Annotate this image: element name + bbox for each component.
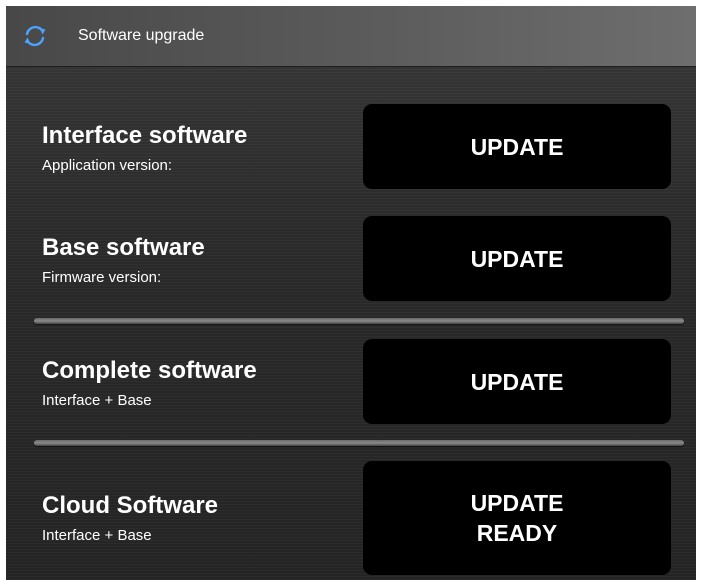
sync-icon: [24, 25, 46, 47]
application-version-label: Application version:: [42, 157, 173, 174]
update-ready-button-line1: UPDATE: [470, 490, 564, 516]
cloud-software-subtitle: Interface + Base: [42, 527, 152, 544]
base-software-title: Base software: [42, 234, 205, 261]
section-divider: [34, 440, 684, 446]
update-complete-button-label: UPDATE: [470, 368, 564, 395]
update-interface-button-label: UPDATE: [470, 133, 564, 160]
section-divider: [34, 318, 684, 324]
update-ready-button-line2: READY: [476, 520, 558, 546]
firmware-version-label: Firmware version:: [42, 269, 162, 286]
update-base-button[interactable]: UPDATE: [363, 216, 671, 301]
software-upgrade-screen: Software upgrade Interface software Appl…: [6, 6, 696, 580]
update-base-button-label: UPDATE: [470, 245, 564, 272]
update-ready-button[interactable]: UPDATE READY: [363, 461, 671, 575]
complete-software-title: Complete software: [42, 357, 257, 384]
update-interface-button[interactable]: UPDATE: [363, 104, 671, 189]
interface-software-title: Interface software: [42, 122, 248, 149]
complete-software-subtitle: Interface + Base: [42, 392, 152, 409]
cloud-software-title: Cloud Software: [42, 492, 219, 519]
update-complete-button[interactable]: UPDATE: [363, 339, 671, 424]
header-bar: Software upgrade: [6, 6, 696, 67]
page-title: Software upgrade: [78, 27, 205, 44]
